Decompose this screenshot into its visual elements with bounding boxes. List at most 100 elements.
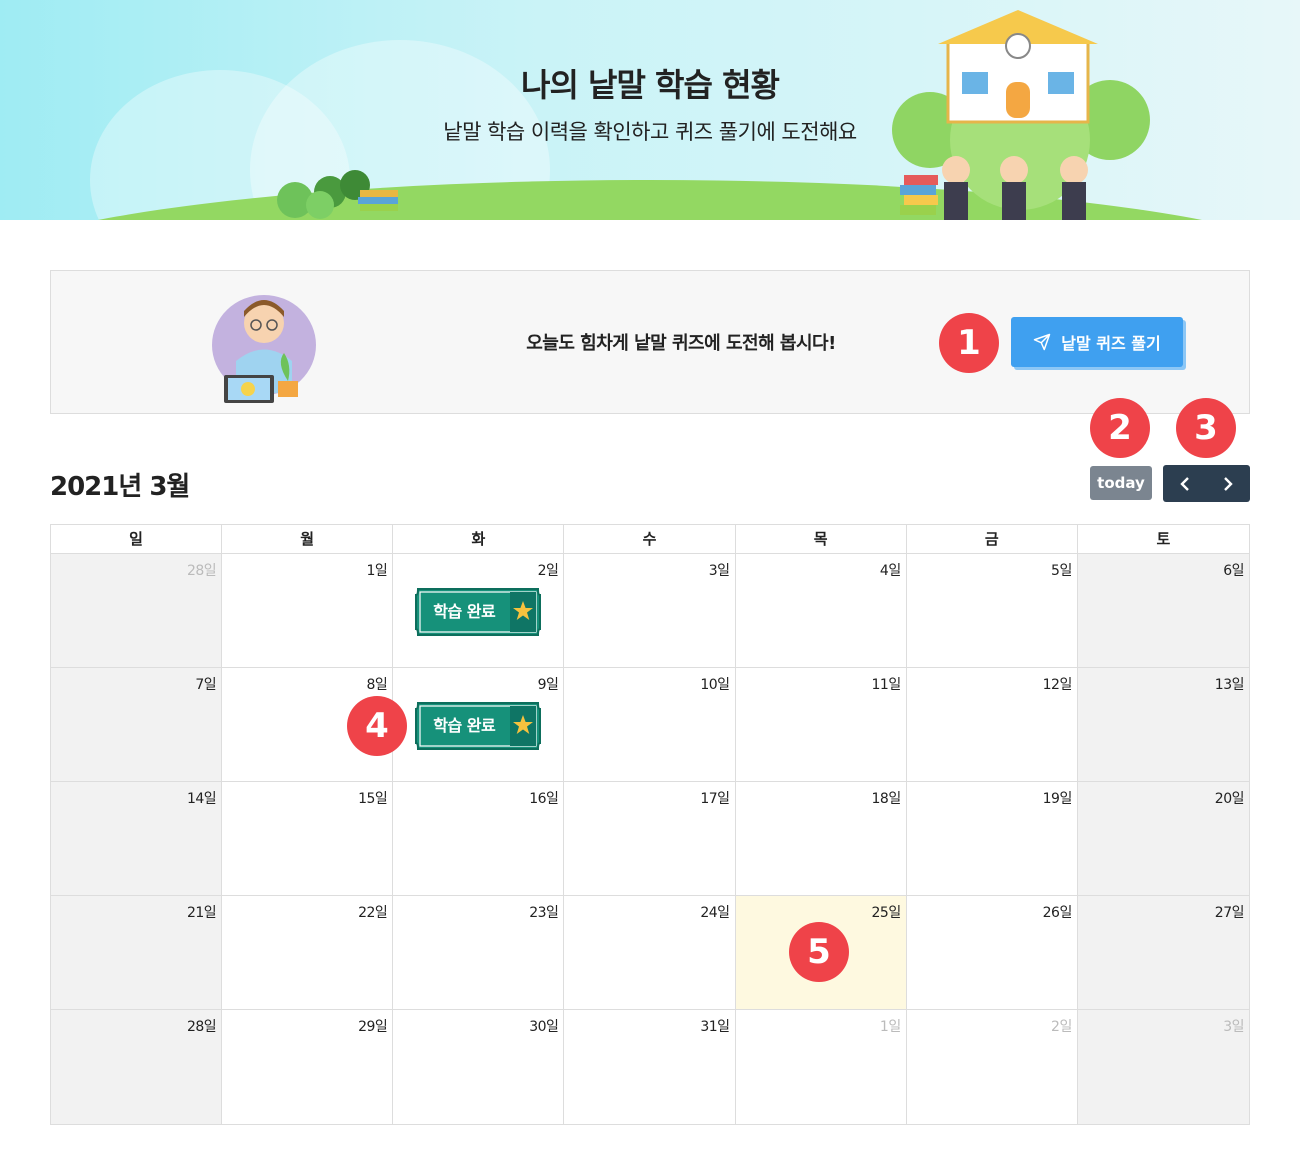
day-number: 28일 [186, 1019, 217, 1035]
weekday-label: 화 [393, 525, 565, 554]
day-cell[interactable]: 22일 [222, 896, 394, 1010]
day-cell[interactable]: 2일 [906, 1010, 1078, 1124]
day-cell[interactable]: 3일 [1077, 1010, 1249, 1124]
study-complete-badge[interactable]: 학습 완료 [414, 701, 542, 751]
day-cell[interactable]: 12일 [906, 668, 1078, 782]
day-cell[interactable]: 27일 [1077, 896, 1249, 1010]
day-number: 30일 [529, 1019, 559, 1035]
day-number: 29일 [358, 1019, 388, 1035]
day-number: 14일 [186, 791, 217, 807]
day-number: 12일 [1042, 677, 1073, 693]
day-cell[interactable]: 1일 [222, 554, 394, 668]
day-cell[interactable]: 4일 [735, 554, 907, 668]
day-number: 13일 [1214, 677, 1245, 693]
teacher-illustration [212, 295, 316, 403]
day-number: 25일 [871, 905, 902, 921]
day-number: 21일 [186, 905, 217, 921]
day-number: 18일 [871, 791, 902, 807]
day-cell[interactable]: 16일 [393, 782, 565, 896]
day-number: 22일 [358, 905, 388, 921]
study-complete-label: 학습 완료 [433, 602, 496, 621]
day-number: 20일 [1214, 791, 1245, 807]
annotation-badge-4: 4 [347, 696, 407, 756]
calendar-grid: 일 월 화 수 목 금 토 28일 1일 2일 학습 완료 3일 4일 5일 6… [50, 524, 1250, 1125]
day-number: 1일 [879, 1019, 901, 1035]
quiz-message: 오늘도 힘차게 낱말 퀴즈에 도전해 봅시다! [526, 333, 836, 354]
weekday-label: 목 [735, 525, 907, 554]
weekday-label: 토 [1077, 525, 1249, 554]
next-month-button[interactable] [1207, 465, 1251, 502]
day-number: 2일 [1051, 1019, 1072, 1035]
weekday-label: 수 [564, 525, 736, 554]
day-cell[interactable]: 3일 [564, 554, 736, 668]
day-cell[interactable]: 18일 [735, 782, 907, 896]
day-number: 7일 [195, 677, 217, 693]
day-number: 24일 [700, 905, 730, 921]
day-cell[interactable]: 10일 [564, 668, 736, 782]
study-complete-badge[interactable]: 학습 완료 [414, 587, 542, 637]
day-cell[interactable]: 6일 [1077, 554, 1249, 668]
chevron-left-icon [1180, 476, 1189, 491]
day-cell[interactable]: 23일 [393, 896, 565, 1010]
day-number: 28일 [186, 563, 217, 579]
day-cell[interactable]: 1일 [735, 1010, 907, 1124]
annotation-badge-3: 3 [1176, 398, 1236, 458]
quiz-panel: 오늘도 힘차게 낱말 퀴즈에 도전해 봅시다! 낱말 퀴즈 풀기 [50, 270, 1250, 414]
prev-month-button[interactable] [1163, 465, 1207, 502]
annotation-badge-1: 1 [939, 313, 999, 373]
day-number: 15일 [358, 791, 388, 807]
day-cell[interactable]: 28일 [51, 554, 223, 668]
day-cell[interactable]: 17일 [564, 782, 736, 896]
day-cell[interactable]: 7일 [51, 668, 223, 782]
day-cell[interactable]: 24일 [564, 896, 736, 1010]
weekday-label: 금 [906, 525, 1078, 554]
start-quiz-label: 낱말 퀴즈 풀기 [1061, 334, 1161, 353]
header-banner: 나의 낱말 학습 현황 낱말 학습 이력을 확인하고 퀴즈 풀기에 도전해요 [0, 0, 1300, 220]
weekday-label: 일 [51, 525, 223, 554]
day-cell[interactable]: 29일 [222, 1010, 394, 1124]
annotation-badge-2: 2 [1090, 398, 1150, 458]
day-number: 3일 [708, 563, 730, 579]
day-cell[interactable]: 14일 [51, 782, 223, 896]
month-nav [1163, 465, 1250, 502]
day-cell[interactable]: 19일 [906, 782, 1078, 896]
day-number: 6일 [1223, 563, 1244, 579]
day-cell[interactable]: 31일 [564, 1010, 736, 1124]
day-number: 26일 [1042, 905, 1073, 921]
day-cell[interactable]: 21일 [51, 896, 223, 1010]
day-cell[interactable]: 26일 [906, 896, 1078, 1010]
weekday-label: 월 [222, 525, 394, 554]
day-number: 19일 [1042, 791, 1073, 807]
weekday-header: 일 월 화 수 목 금 토 [51, 525, 1249, 554]
day-number: 4일 [879, 563, 901, 579]
day-cell[interactable]: 2일 학습 완료 [393, 554, 565, 668]
day-cell[interactable]: 5일 [906, 554, 1078, 668]
bush-illustration [277, 170, 398, 219]
day-number: 2일 [537, 563, 559, 579]
day-number: 31일 [700, 1019, 730, 1035]
day-cell[interactable]: 13일 [1077, 668, 1249, 782]
day-number: 17일 [700, 791, 730, 807]
day-number: 9일 [537, 677, 559, 693]
chevron-right-icon [1224, 476, 1233, 491]
calendar-title: 2021년 3월 [50, 472, 190, 502]
day-number: 23일 [529, 905, 559, 921]
paper-plane-icon [1034, 333, 1051, 351]
day-cell[interactable]: 28일 [51, 1010, 223, 1124]
day-cell[interactable]: 30일 [393, 1010, 565, 1124]
start-quiz-button[interactable]: 낱말 퀴즈 풀기 [1011, 317, 1183, 367]
day-number: 11일 [871, 677, 902, 693]
day-number: 16일 [529, 791, 559, 807]
calendar-body: 28일 1일 2일 학습 완료 3일 4일 5일 6일 7일 8일 9일 학습 … [51, 554, 1249, 1124]
day-cell[interactable]: 11일 [735, 668, 907, 782]
annotation-badge-5: 5 [789, 922, 849, 982]
day-cell[interactable]: 15일 [222, 782, 394, 896]
day-number: 8일 [366, 677, 388, 693]
day-number: 27일 [1214, 905, 1245, 921]
today-button[interactable]: today [1090, 466, 1152, 500]
day-cell[interactable]: 9일 학습 완료 [393, 668, 565, 782]
school-illustration [892, 10, 1150, 220]
day-number: 5일 [1051, 563, 1072, 579]
day-number: 3일 [1223, 1019, 1244, 1035]
day-cell[interactable]: 20일 [1077, 782, 1249, 896]
